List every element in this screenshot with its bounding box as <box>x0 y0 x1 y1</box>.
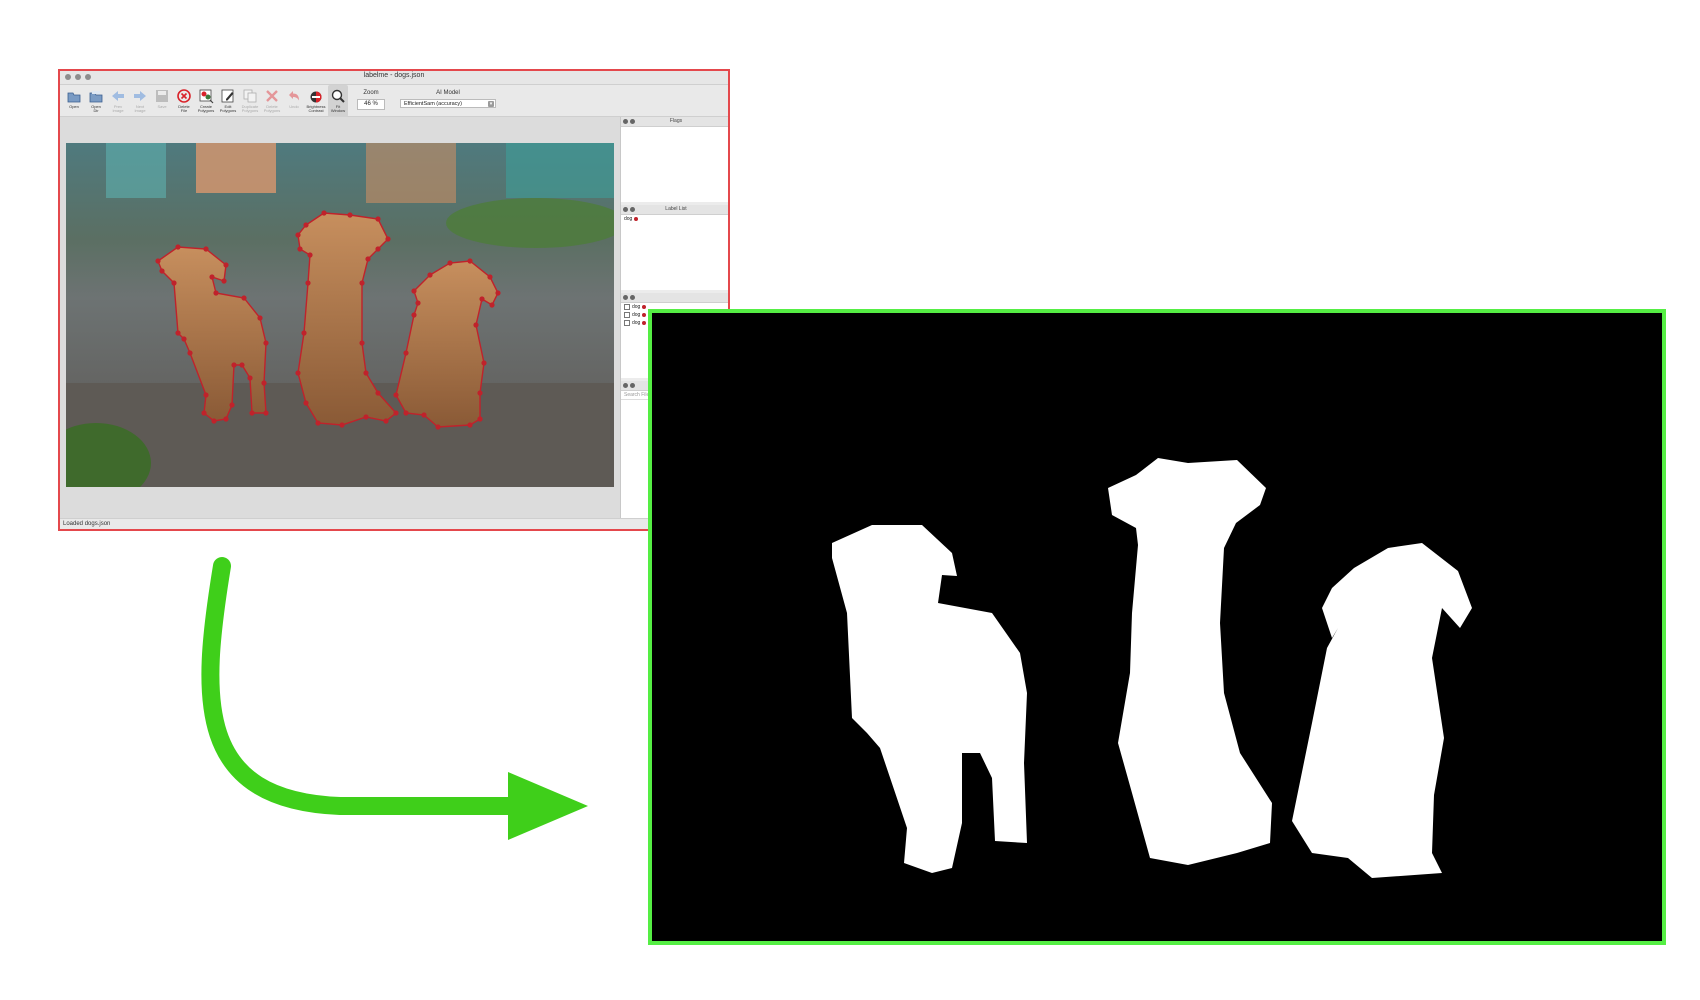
segmentation-mask-panel <box>648 309 1666 945</box>
mask-image <box>652 313 1662 941</box>
